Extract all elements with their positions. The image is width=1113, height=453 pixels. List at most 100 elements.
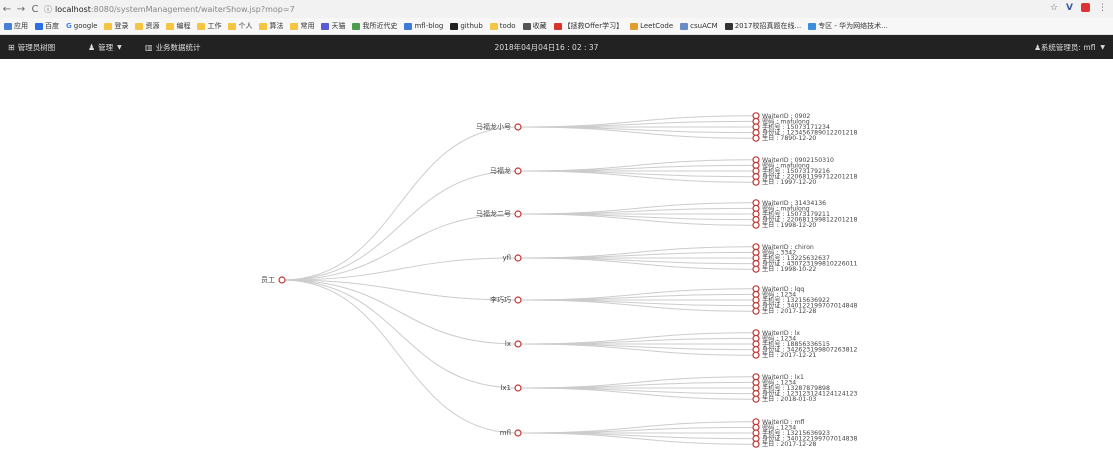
leaf-label: 生日 : 2018-01-03 xyxy=(762,395,816,403)
employee-node[interactable] xyxy=(514,123,522,131)
bookmark-label: 百度 xyxy=(45,22,59,30)
employee-label: 马福龙 xyxy=(490,166,511,175)
folder-icon xyxy=(197,22,206,30)
tree-links xyxy=(281,115,757,445)
bookmark-0[interactable]: 应用 xyxy=(4,21,28,31)
bookmark-2[interactable]: Ggoogle xyxy=(66,22,97,30)
leaf-label: 生日 : 1998-12-20 xyxy=(762,221,816,229)
employee-node[interactable] xyxy=(514,429,522,437)
bookmarks-bar: 应用 百度 Ggoogle 登录 资源 编程 工作 个人 算法 常用 天猫 我所近代史 mfl-blog… xyxy=(0,18,1113,35)
employee-node[interactable] xyxy=(514,167,522,175)
google-icon: G xyxy=(66,22,72,30)
bookmark-label: 编程 xyxy=(176,22,191,30)
app-navbar: ⊞ 管理员树图 ♟ 管理 ▼ ▥ 业务数据统计 2018年04月04日16 : … xyxy=(0,35,1113,59)
leaf-node[interactable] xyxy=(752,307,760,315)
bookmark-18[interactable]: csuACM xyxy=(680,22,718,30)
bookmark-14[interactable]: todo xyxy=(489,22,516,30)
leaf-node[interactable] xyxy=(752,395,760,403)
tree-svg: WaiterID : 0902密码 : mafulong手机号 : 150731… xyxy=(261,112,858,448)
bookmark-label: 我所近代史 xyxy=(362,22,398,30)
info-icon[interactable]: ⓘ xyxy=(44,4,52,15)
leaf-label: 生日 : 2017-12-28 xyxy=(762,440,816,448)
root-label: 员工 xyxy=(261,276,275,284)
leaf-node[interactable] xyxy=(752,134,760,142)
folder-icon xyxy=(166,22,175,30)
github-icon xyxy=(450,22,459,30)
back-icon[interactable]: ← xyxy=(0,4,14,15)
bookmark-12[interactable]: mfl-blog xyxy=(404,22,443,30)
bookmark-11[interactable]: 我所近代史 xyxy=(352,21,397,31)
bookmark-15[interactable]: 收藏 xyxy=(522,21,547,31)
bookmark-13[interactable]: github xyxy=(450,22,483,30)
leaf-node[interactable] xyxy=(752,265,760,273)
root-node[interactable] xyxy=(278,276,286,284)
leaf-label: 生日 : 7890-12-20 xyxy=(762,134,816,142)
bookmark-19[interactable]: 2017校招真题在线... xyxy=(724,21,801,31)
reload-icon[interactable]: C xyxy=(28,4,42,15)
bookmark-5[interactable]: 编程 xyxy=(166,21,190,31)
bookmark-label: 收藏 xyxy=(532,22,547,30)
user-menu[interactable]: ♟ 系统管理员: mfl ▼ xyxy=(1034,35,1105,59)
cloud-icon xyxy=(808,22,817,30)
bookmark-6[interactable]: 工作 xyxy=(197,21,221,31)
folder-icon xyxy=(489,22,498,30)
leaf-label: 生日 : 2017-12-21 xyxy=(762,351,816,359)
bookmark-4[interactable]: 资源 xyxy=(135,21,159,31)
leetcode-icon xyxy=(630,22,639,30)
employee-node[interactable] xyxy=(514,254,522,262)
leaf-node[interactable] xyxy=(752,440,760,448)
apps-icon xyxy=(4,22,12,30)
browser-toolbar: ← → C ⓘ localhost:8080/systemManagement/… xyxy=(0,0,1113,18)
bookmark-20[interactable]: 专区 - 华为网络技术... xyxy=(808,21,888,31)
bookmark-label: google xyxy=(73,22,98,30)
employee-label: 李巧巧 xyxy=(490,295,511,304)
menu-icon[interactable]: ⋮ xyxy=(1098,3,1107,13)
root-child-link xyxy=(281,170,519,281)
extension-red-icon[interactable] xyxy=(1081,3,1090,12)
star-icon[interactable]: ☆ xyxy=(1050,3,1058,13)
folder-icon xyxy=(135,22,144,30)
root-child-link xyxy=(281,126,519,281)
bookmark-label: github xyxy=(460,22,483,30)
dark-icon xyxy=(724,22,733,30)
bookmark-7[interactable]: 个人 xyxy=(228,21,252,31)
employee-node[interactable] xyxy=(514,340,522,348)
blog-icon xyxy=(404,22,413,30)
bookmark-10[interactable]: 天猫 xyxy=(321,21,345,31)
bookmark-label: csuACM xyxy=(690,22,718,30)
bookmark-17[interactable]: LeetCode xyxy=(630,22,673,30)
user-label: 系统管理员: mfl xyxy=(1040,42,1096,52)
bookmark-label: 算法 xyxy=(269,22,284,30)
root-child-link xyxy=(281,257,519,281)
address-bar[interactable]: ⓘ localhost:8080/systemManagement/waiter… xyxy=(44,2,295,16)
leaf-node[interactable] xyxy=(752,221,760,229)
employee-node[interactable] xyxy=(514,210,522,218)
employee-label: yfl xyxy=(502,254,511,262)
datetime-text: 2018年04月04日16 : 02 : 37 xyxy=(494,42,599,52)
extension-v-icon[interactable]: V xyxy=(1066,3,1073,13)
red-c-icon xyxy=(553,22,562,30)
folder-icon xyxy=(104,22,113,30)
employee-label: 马福龙二号 xyxy=(476,209,511,218)
bookmark-1[interactable]: 百度 xyxy=(35,21,59,31)
bookmark-3[interactable]: 登录 xyxy=(104,21,128,31)
bookmark-icon xyxy=(352,22,361,30)
root-child-link xyxy=(281,279,519,434)
bookmark-label: LeetCode xyxy=(640,22,674,30)
bookmark-label: 【拯救Offer学习】 xyxy=(563,22,624,30)
user-icon: ♟ xyxy=(1034,42,1041,52)
leaf-node[interactable] xyxy=(752,351,760,359)
bookmark-16[interactable]: 【拯救Offer学习】 xyxy=(553,21,624,31)
root-child-link xyxy=(281,279,519,301)
employee-node[interactable] xyxy=(514,296,522,304)
leaf-node[interactable] xyxy=(752,178,760,186)
folder-icon xyxy=(290,22,299,30)
bookmark-label: mfl-blog xyxy=(414,22,444,30)
leaf-label: 生日 : 1997-12-20 xyxy=(762,178,816,186)
bookmark-9[interactable]: 常用 xyxy=(290,21,314,31)
bookmark-8[interactable]: 算法 xyxy=(259,21,283,31)
root-child-link xyxy=(281,213,519,281)
forward-icon[interactable]: → xyxy=(14,4,28,15)
employee-label: mfl xyxy=(500,429,511,437)
employee-node[interactable] xyxy=(514,384,522,392)
